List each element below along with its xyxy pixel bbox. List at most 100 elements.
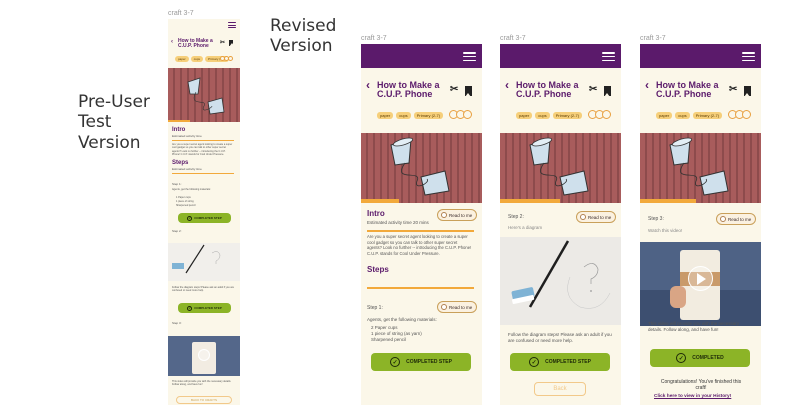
revised-phone-3: ‹ How to Make a C.U.P. Phone ✂ paper cup…: [640, 44, 761, 405]
scissors-icon[interactable]: ✂: [220, 39, 225, 46]
completed-step-button[interactable]: ✓ COMPLETED STEP: [178, 303, 231, 313]
back-chevron-icon[interactable]: ‹: [505, 78, 509, 92]
top-bar: [361, 44, 482, 68]
cup-phone-illustration: [669, 137, 729, 196]
pre-test-phone: ‹ How to Make a C.U.P. Phone ✂ paper cup…: [168, 19, 240, 405]
tag-list: paper cups Primary (2-7): [377, 112, 444, 119]
cup-phone-illustration: [529, 137, 589, 196]
material-item: Sharpened pencil: [371, 337, 407, 342]
check-circle-icon: ✓: [187, 305, 193, 311]
button-label: Read to me: [449, 212, 473, 218]
diagram-image: [500, 237, 621, 325]
step-label: Step 3:: [648, 216, 664, 222]
bookmark-icon[interactable]: [229, 40, 235, 47]
bookmark-icon[interactable]: [604, 86, 611, 97]
check-circle-icon: ✓: [390, 357, 401, 367]
scissors-icon[interactable]: ✂: [589, 84, 597, 95]
scissors-icon[interactable]: ✂: [450, 84, 458, 95]
bookmark-icon[interactable]: [465, 86, 472, 97]
intro-heading: Intro: [172, 127, 186, 133]
read-to-me-button[interactable]: Read to me: [437, 301, 478, 313]
bookmark-icon[interactable]: [744, 86, 751, 97]
step-3-label: Step 3:: [172, 321, 182, 325]
completed-step-button[interactable]: ✓ COMPLETED STEP: [178, 213, 231, 223]
button-label: COMPLETED: [692, 355, 724, 361]
step-body: This video will provide you with the nec…: [648, 321, 740, 333]
congrats-message: Congratulations! You've finished this cr…: [660, 379, 742, 391]
step-2-body: Follow the diagram steps! Please ask an …: [172, 286, 234, 293]
play-icon[interactable]: [688, 266, 713, 291]
step-2-label: Step 2:: [172, 229, 182, 233]
revised-phone-2: ‹ How to Make a C.U.P. Phone ✂ paper cup…: [500, 44, 621, 405]
divider: [172, 140, 234, 141]
tag: cups: [396, 112, 411, 119]
tag: paper: [516, 112, 533, 119]
read-to-me-button[interactable]: Read to me: [716, 213, 757, 225]
button-label: COMPLETED STEP: [194, 306, 222, 310]
frame-label: craft 3-7: [500, 35, 526, 42]
tag: Primary (2-7): [413, 112, 444, 119]
divider: [367, 287, 474, 289]
step-body: Follow the diagram steps! Please ask an …: [508, 332, 612, 344]
difficulty-rings: [588, 110, 611, 119]
read-to-me-button[interactable]: Read to me: [576, 211, 617, 223]
cup-phone-illustration: [187, 77, 225, 115]
play-icon[interactable]: [198, 349, 210, 361]
back-chevron-icon[interactable]: ‹: [645, 78, 649, 92]
hero-image: [168, 68, 240, 122]
back-chevron-icon[interactable]: ‹: [171, 39, 173, 45]
hamburger-menu-icon[interactable]: [602, 52, 615, 61]
back-chevron-icon[interactable]: ‹: [366, 78, 370, 92]
hero-image: [361, 133, 482, 203]
speaker-icon: [441, 304, 447, 310]
divider: [172, 173, 234, 174]
button-label: Read to me: [449, 304, 473, 310]
back-button[interactable]: Back: [534, 382, 586, 396]
tag: paper: [175, 56, 189, 62]
step-subtitle: Here's a diagram: [508, 225, 543, 230]
hamburger-menu-icon[interactable]: [742, 52, 755, 61]
video-player[interactable]: [640, 242, 761, 326]
material-item: 1 piece of string: [176, 200, 194, 203]
completed-step-button[interactable]: ✓ COMPLETED STEP: [371, 353, 471, 371]
hamburger-menu-icon[interactable]: [463, 52, 476, 61]
hamburger-menu-icon[interactable]: [228, 22, 236, 28]
intro-body: Are you a super secret agent looking to …: [367, 234, 472, 257]
frame-label: craft 3-7: [168, 10, 194, 17]
top-bar: [640, 44, 761, 68]
button-label: COMPLETED STEP: [406, 359, 452, 365]
back-to-crafts-button[interactable]: BACK TO CRAFTS: [176, 396, 232, 404]
read-to-me-button[interactable]: Read to me: [437, 209, 478, 221]
step-label: Step 2:: [508, 214, 524, 220]
tag-list: paper cups Primary (2-7): [656, 112, 723, 119]
cup-phone-illustration: [390, 137, 450, 196]
hero-image: [640, 133, 761, 203]
divider: [367, 230, 474, 232]
top-bar: [500, 44, 621, 68]
tag-list: paper cups Primary (2-7): [516, 112, 583, 119]
tag: paper: [377, 112, 394, 119]
pre-user-test-heading: Pre-User Test Version: [78, 92, 150, 153]
button-label: COMPLETED STEP: [194, 216, 222, 220]
hero-image: [500, 133, 621, 203]
check-circle-icon: ✓: [676, 353, 687, 363]
frame-label: craft 3-7: [361, 35, 387, 42]
page-title: How to Make a C.U.P. Phone: [656, 80, 719, 100]
check-circle-icon: ✓: [187, 215, 193, 221]
button-label: COMPLETED STEP: [545, 359, 591, 365]
tag: paper: [656, 112, 673, 119]
page-title: How to Make a C.U.P. Phone: [178, 38, 213, 50]
intro-time: Estimated activity time 20 mins: [367, 220, 429, 225]
difficulty-rings: [220, 56, 233, 61]
speaker-icon: [580, 214, 586, 220]
steps-heading: Steps: [172, 160, 189, 166]
revised-phone-1: ‹ How to Make a C.U.P. Phone ✂ paper cup…: [361, 44, 482, 405]
material-item: 1 Paper cups: [176, 196, 191, 199]
history-link[interactable]: Click here to view in your History!: [654, 394, 731, 399]
speaker-icon: [720, 216, 726, 222]
scissors-icon[interactable]: ✂: [729, 84, 737, 95]
completed-step-button[interactable]: ✓ COMPLETED STEP: [510, 353, 610, 371]
completed-button[interactable]: ✓ COMPLETED: [650, 349, 750, 367]
video-player[interactable]: [168, 336, 240, 376]
speaker-icon: [441, 212, 447, 218]
